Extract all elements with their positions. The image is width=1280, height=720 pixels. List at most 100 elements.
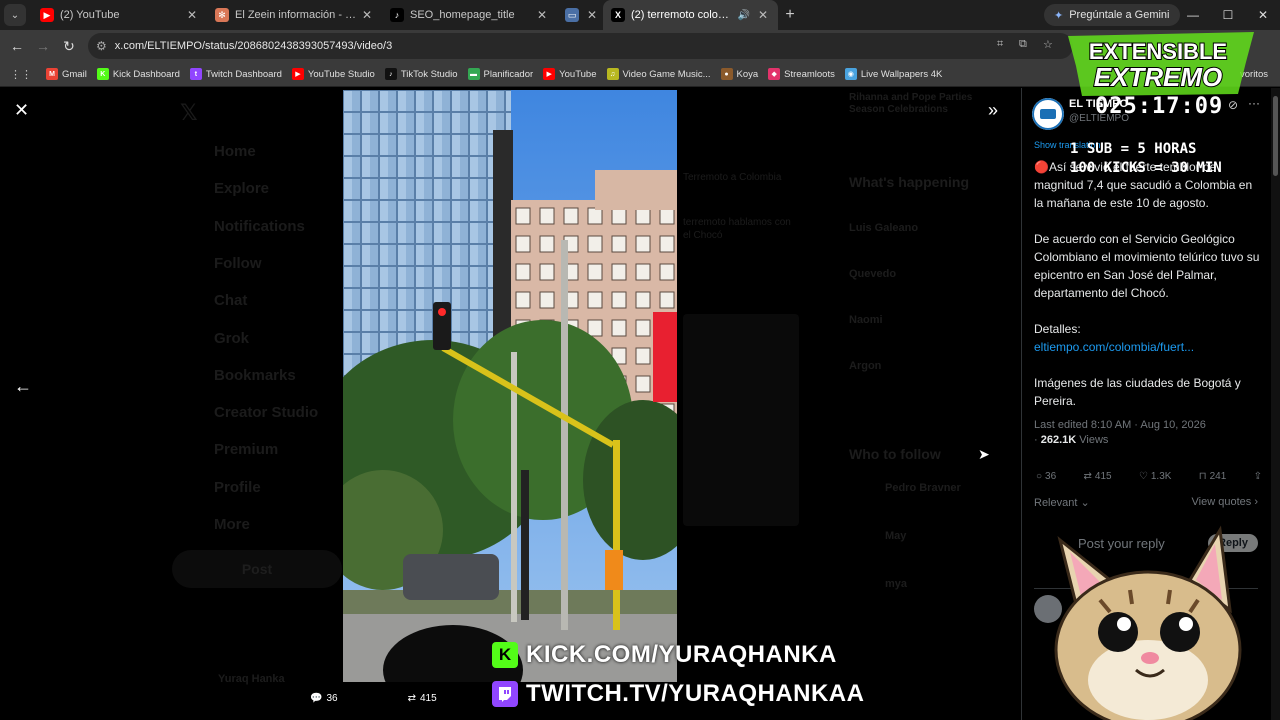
post-paragraph-3: Imágenes de las ciudades de Bogotá y Per… [1034, 376, 1241, 408]
reply-icon: ○ [1036, 471, 1043, 482]
more-options-icon[interactable]: ··· [1248, 96, 1260, 110]
reply-button[interactable]: ○ 36 [1036, 471, 1056, 482]
eltiempo-avatar[interactable] [1032, 98, 1064, 130]
reply-sort-row: Relevant ⌄ View quotes › [1034, 496, 1258, 509]
close-tab-icon[interactable]: ✕ [185, 8, 199, 22]
trend-item-bg: Luis Galeano [849, 222, 919, 234]
x-logo-icon: 𝕏 [180, 100, 198, 125]
snippet-top-bg: Rihanna and Pope Parties Season Celebrat… [849, 92, 973, 115]
sort-dropdown[interactable]: Relevant ⌄ [1034, 497, 1090, 509]
bookmark-item[interactable]: ▶ YouTube Studio [291, 68, 375, 80]
views-count: 262.1K [1040, 434, 1077, 446]
claude-icon: ✻ [215, 8, 229, 22]
close-tab-icon[interactable]: ✕ [535, 8, 549, 22]
browser-tab[interactable]: ✻ El Zeein información - Claude✕ [207, 0, 382, 30]
apps-icon[interactable]: ⋮⋮ [10, 68, 32, 81]
repost-button[interactable]: ⇄ 415 [1084, 471, 1112, 482]
sidebar-nav-item-bg: Explore [214, 180, 270, 198]
expand-panel-icon[interactable]: » [988, 100, 998, 121]
browser-tab[interactable]: X (2) terremoto colombia - Se🔊 ✕ [603, 0, 778, 30]
previous-media-icon[interactable]: ← [14, 376, 32, 397]
twitch-url-banner: TWITCH.TV/YURAQHANKAA [492, 679, 864, 709]
close-window-button[interactable]: ✕ [1246, 0, 1280, 30]
kicks-rule: 100 KICKS = 30 MIN [1070, 160, 1222, 176]
bookmark-item[interactable]: ♪ TikTok Studio [384, 68, 458, 80]
kick-url: KICK.COM/YURAQHANKA [526, 641, 837, 668]
sidebar-nav-item-bg: Follow [214, 254, 262, 272]
new-tab-button[interactable]: + [778, 6, 802, 24]
close-tab-icon[interactable]: ✕ [360, 8, 374, 22]
view-quotes-link[interactable]: View quotes › [1192, 496, 1258, 508]
bookmark-item[interactable]: ▶ YouTube [543, 68, 597, 80]
bookmark-item[interactable]: ▬ Planificador [467, 68, 533, 80]
bookmark-item[interactable]: K Kick Dashboard [96, 68, 180, 80]
maximize-button[interactable]: ☐ [1211, 0, 1245, 30]
url-text: x.com/ELTIEMPO/status/208680243839305749… [114, 40, 393, 52]
like-button[interactable]: ♡ 1.3K [1139, 471, 1172, 482]
sidebar-nav-item-bg: Creator Studio [214, 404, 319, 422]
gemini-button[interactable]: ✦ Pregúntale a Gemini [1044, 4, 1180, 26]
snippet-mid1-bg: Terremoto a Colombia [683, 172, 782, 183]
cat-mascot-image [1054, 525, 1242, 720]
bookmark-favicon-icon: ▬ [467, 68, 480, 80]
bookmark-button[interactable]: ⊓ 241 [1199, 471, 1227, 482]
site-info-icon[interactable]: ⚙ [96, 39, 107, 53]
trend-item-bg: Argon [849, 360, 882, 372]
who-to-follow-bg: Who to follow [849, 446, 941, 462]
video-player[interactable] [343, 90, 677, 682]
bookmark-item[interactable]: M Gmail [46, 68, 87, 80]
views-label: Views [1079, 434, 1109, 446]
bookmark-favicon-icon: ● [720, 68, 733, 80]
close-media-icon[interactable]: ✕ [14, 100, 29, 121]
grok-icon[interactable]: ⊘ [1228, 98, 1238, 112]
browser-tab[interactable]: ▭ ✕ [557, 0, 603, 30]
bookmark-favicon-icon: ◉ [844, 68, 857, 80]
heart-icon: ♡ [1138, 471, 1148, 482]
address-bar[interactable]: ⚙ x.com/ELTIEMPO/status/2086802438393057… [88, 33, 1073, 59]
follow-suggestion-bg: Pedro Bravner [885, 482, 961, 494]
video-frame-image [343, 90, 677, 682]
back-button[interactable]: ← [4, 33, 30, 59]
bookmark-count: 241 [1209, 471, 1227, 482]
browser-tab[interactable]: ♪ SEO_homepage_title ✕ [382, 0, 557, 30]
browser-tab[interactable]: ▶ (2) YouTube ✕ [32, 0, 207, 30]
bookmark-favicon-icon: M [46, 68, 58, 80]
tab-search-button[interactable]: ⌄ [4, 4, 26, 26]
tiktok-icon: ♪ [390, 8, 404, 22]
bookmark-icon: ⊓ [1198, 471, 1207, 482]
close-tab-icon[interactable]: ✕ [756, 8, 770, 22]
tab-title: SEO_homepage_title [410, 9, 515, 21]
tab-title: (2) terremoto colombia - Se [631, 9, 738, 21]
translate-icon[interactable]: ⌗ [997, 38, 1003, 51]
close-tab-icon[interactable]: ✕ [585, 8, 599, 22]
details-link[interactable]: eltiempo.com/colombia/fuert... [1034, 340, 1194, 354]
logo-line-1: EXTENSIBLE [1089, 39, 1227, 64]
share-button[interactable]: ⇪ [1254, 471, 1262, 482]
bookmark-item[interactable]: t Twitch Dashboard [189, 68, 282, 80]
bookmark-item[interactable]: ● Koya [720, 68, 758, 80]
bookmark-item[interactable]: ◆ Streamloots [768, 68, 835, 80]
reload-button[interactable]: ↻ [56, 33, 82, 59]
bookmark-item[interactable]: ♫ Video Game Music... [606, 68, 711, 80]
bookmark-item[interactable]: ◉ Live Wallpapers 4K [844, 68, 943, 80]
last-edited[interactable]: Last edited 8:10 AM · Aug 10, 2026 [1034, 418, 1264, 433]
sidebar-nav-item-bg: Home [214, 143, 256, 160]
scrollbar[interactable] [1271, 88, 1280, 720]
viewer-reply-count: 36 [326, 693, 338, 704]
follow-suggestion-bg: mya [885, 578, 908, 590]
bookmark-star-icon[interactable]: ☆ [1043, 38, 1053, 51]
kick-url-banner: K KICK.COM/YURAQHANKA [492, 640, 837, 670]
viewer-reply-button[interactable]: 💬 36 [310, 693, 338, 704]
tab-title: El Zeein información - Claude [235, 9, 360, 21]
bookmark-favicon-icon: ♫ [606, 68, 619, 80]
audio-icon[interactable]: 🔊 [738, 10, 750, 21]
viewer-repost-button[interactable]: ⇄ 415 [408, 693, 437, 704]
bookmark-label: Live Wallpapers 4K [860, 68, 943, 80]
install-icon[interactable]: ⧉ [1019, 38, 1027, 51]
bookmark-label: Twitch Dashboard [205, 68, 282, 80]
share-icon: ⇪ [1253, 471, 1262, 482]
minimize-button[interactable]: — [1176, 0, 1210, 30]
repost-count: 415 [1094, 471, 1112, 482]
scrollbar-thumb[interactable] [1273, 96, 1278, 176]
forward-button[interactable]: → [30, 33, 56, 59]
